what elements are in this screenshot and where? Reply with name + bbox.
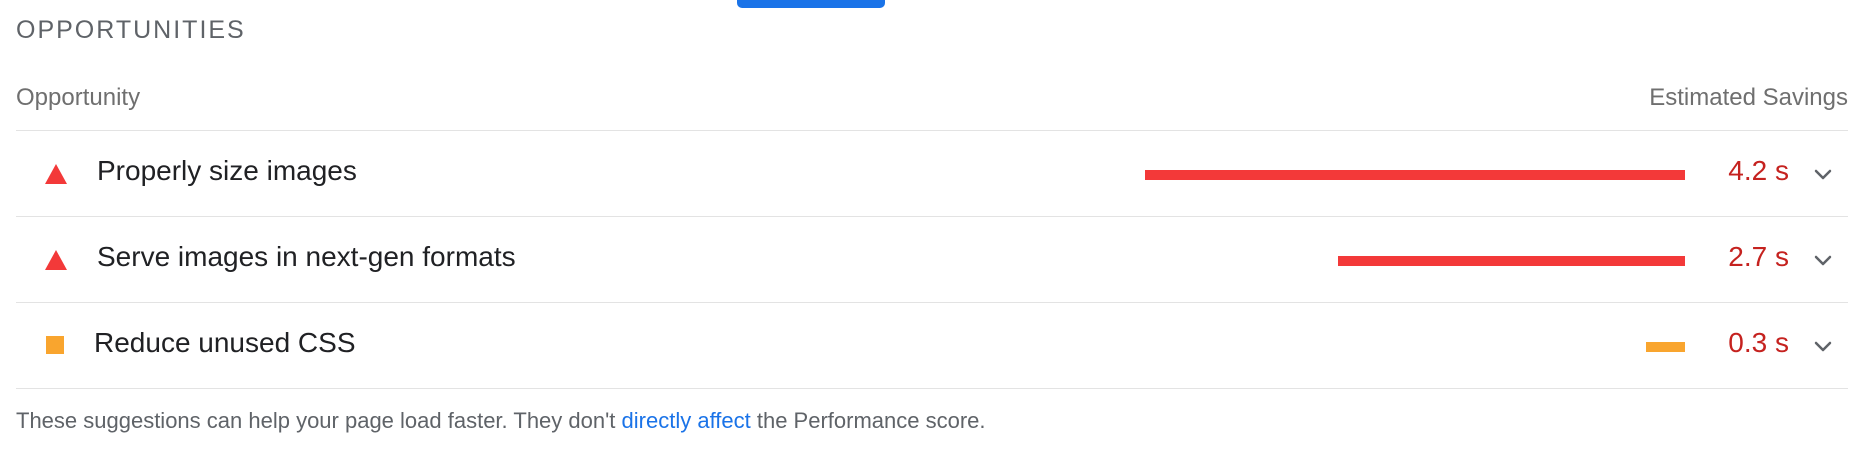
opportunity-title: Serve images in next-gen formats — [97, 241, 516, 272]
opportunity-row-reduce-unused-css[interactable]: Reduce unused CSS 0.3 s — [16, 303, 1848, 389]
savings-bar-fill — [1646, 342, 1685, 352]
active-tab-indicator — [737, 0, 885, 8]
opportunity-row-next-gen-formats[interactable]: Serve images in next-gen formats 2.7 s — [16, 217, 1848, 303]
footnote-text-after: the Performance score. — [750, 408, 986, 433]
opportunity-title: Reduce unused CSS — [94, 327, 356, 358]
savings-value: 0.3 s — [1728, 327, 1789, 358]
footnote-text-before: These suggestions can help your page loa… — [16, 408, 622, 433]
savings-value: 2.7 s — [1728, 241, 1789, 272]
savings-bar-fill — [1145, 170, 1685, 180]
opportunities-table-header: Opportunity Estimated Savings — [16, 84, 1848, 131]
opportunity-title: Properly size images — [97, 155, 357, 186]
red-triangle-icon — [44, 162, 72, 186]
chevron-down-icon[interactable] — [1810, 247, 1836, 273]
chevron-down-icon[interactable] — [1810, 333, 1836, 359]
chevron-down-icon[interactable] — [1810, 161, 1836, 187]
orange-square-icon — [44, 334, 72, 358]
column-header-estimated-savings: Estimated Savings — [1649, 84, 1848, 111]
opportunity-row-properly-size-images[interactable]: Properly size images 4.2 s — [16, 131, 1848, 217]
red-triangle-icon — [44, 248, 72, 272]
savings-bar-track — [1145, 342, 1685, 352]
savings-bar-track — [1145, 170, 1685, 180]
section-title: OPPORTUNITIES — [16, 16, 246, 44]
column-header-opportunity: Opportunity — [16, 84, 141, 111]
opportunities-footnote: These suggestions can help your page loa… — [16, 408, 986, 434]
opportunities-list: Properly size images 4.2 s Serve images … — [16, 131, 1848, 389]
savings-value: 4.2 s — [1728, 155, 1789, 186]
savings-bar-fill — [1338, 256, 1685, 266]
savings-bar-track — [1145, 256, 1685, 266]
directly-affect-link[interactable]: directly affect — [622, 408, 751, 433]
